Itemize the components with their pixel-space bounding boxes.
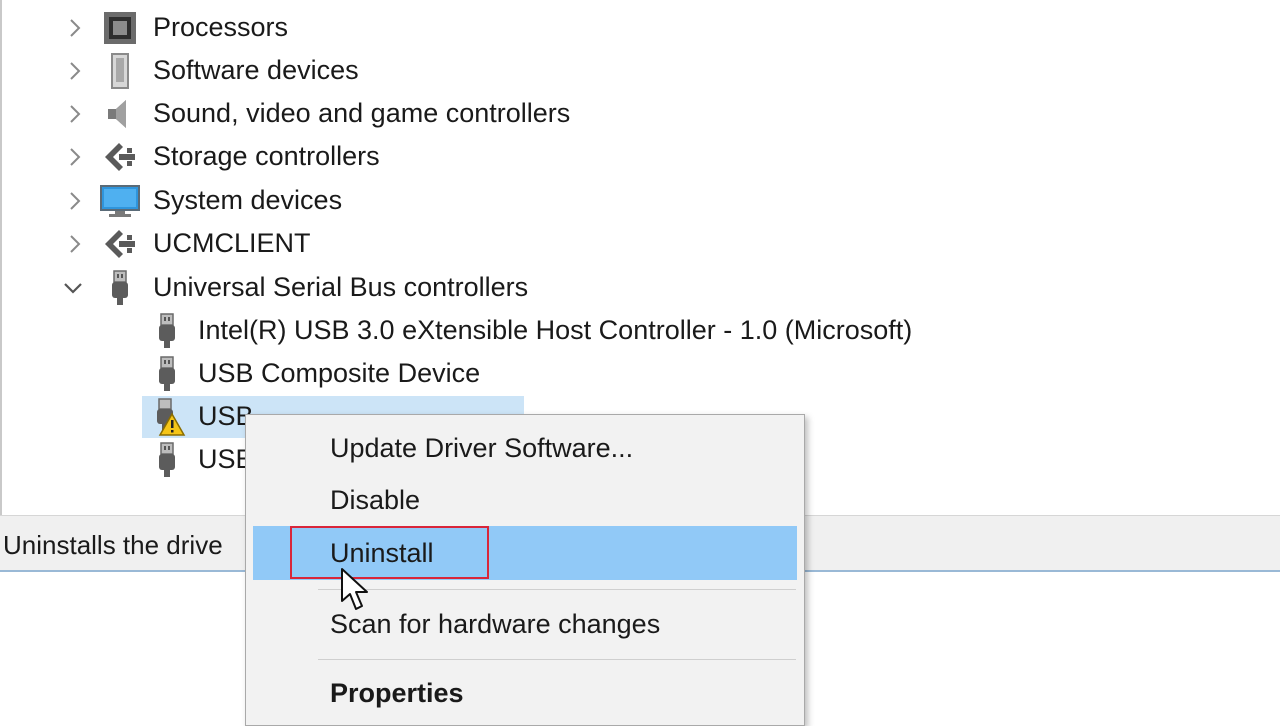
menu-item-properties[interactable]: Properties	[246, 664, 804, 722]
usb-plug-icon	[100, 268, 140, 308]
tree-item-storage-controllers[interactable]: Storage controllers	[2, 137, 602, 177]
tree-item-label: Processors	[153, 12, 289, 42]
usb-plug-warning-icon	[150, 397, 190, 437]
tree-item-label: USB Composite Device	[198, 358, 481, 388]
usb-plug-icon	[147, 440, 187, 480]
speaker-icon	[100, 94, 140, 134]
tree-item-usb-composite-device[interactable]: USB Composite Device	[2, 354, 602, 394]
chevron-right-icon[interactable]	[60, 56, 90, 86]
tree-item-processors[interactable]: Processors	[2, 8, 602, 48]
menu-item-label: Properties	[330, 677, 464, 708]
menu-item-label: Update Driver Software...	[330, 432, 634, 463]
tree-item-intel-usb-host-controller[interactable]: Intel(R) USB 3.0 eXtensible Host Control…	[2, 311, 962, 351]
annotation-highlight-box	[290, 526, 489, 579]
status-text: Uninstalls the drive	[3, 530, 223, 560]
tree-item-label: System devices	[153, 185, 343, 215]
chevron-right-icon[interactable]	[60, 229, 90, 259]
menu-separator	[318, 589, 796, 590]
tree-item-sound-video-game[interactable]: Sound, video and game controllers	[2, 94, 702, 134]
tree-item-label: Universal Serial Bus controllers	[153, 272, 529, 302]
tree-item-usb-device[interactable]: USB	[2, 440, 262, 480]
mouse-pointer-icon	[340, 567, 370, 618]
menu-item-label: Disable	[330, 484, 421, 515]
menu-item-label: Scan for hardware changes	[330, 608, 661, 639]
tree-item-usb-controllers[interactable]: Universal Serial Bus controllers	[2, 268, 702, 308]
chevron-right-icon[interactable]	[60, 142, 90, 172]
chevron-down-icon[interactable]	[58, 273, 88, 303]
menu-item-disable[interactable]: Disable	[246, 471, 804, 529]
storage-controller-icon	[100, 137, 140, 177]
tree-item-system-devices[interactable]: System devices	[2, 181, 602, 221]
chevron-right-icon[interactable]	[60, 99, 90, 129]
menu-separator	[318, 659, 796, 660]
tree-item-label: Sound, video and game controllers	[153, 98, 571, 128]
usb-plug-icon	[147, 311, 187, 351]
processor-icon	[100, 8, 140, 48]
context-menu: Update Driver Software... Disable Uninst…	[245, 414, 805, 726]
monitor-icon	[100, 181, 140, 221]
software-device-icon	[100, 51, 140, 91]
tree-item-label: Storage controllers	[153, 141, 380, 171]
chevron-right-icon[interactable]	[60, 186, 90, 216]
tree-item-label: UCMCLIENT	[153, 228, 311, 258]
tree-item-label: Intel(R) USB 3.0 eXtensible Host Control…	[198, 315, 913, 345]
menu-item-update-driver[interactable]: Update Driver Software...	[246, 419, 804, 477]
menu-item-scan-hardware[interactable]: Scan for hardware changes	[246, 595, 804, 653]
tree-item-ucmclient[interactable]: UCMCLIENT	[2, 224, 602, 264]
storage-controller-icon	[100, 224, 140, 264]
tree-item-label: Software devices	[153, 55, 359, 85]
chevron-right-icon[interactable]	[60, 13, 90, 43]
tree-item-software-devices[interactable]: Software devices	[2, 51, 602, 91]
usb-plug-icon	[147, 354, 187, 394]
